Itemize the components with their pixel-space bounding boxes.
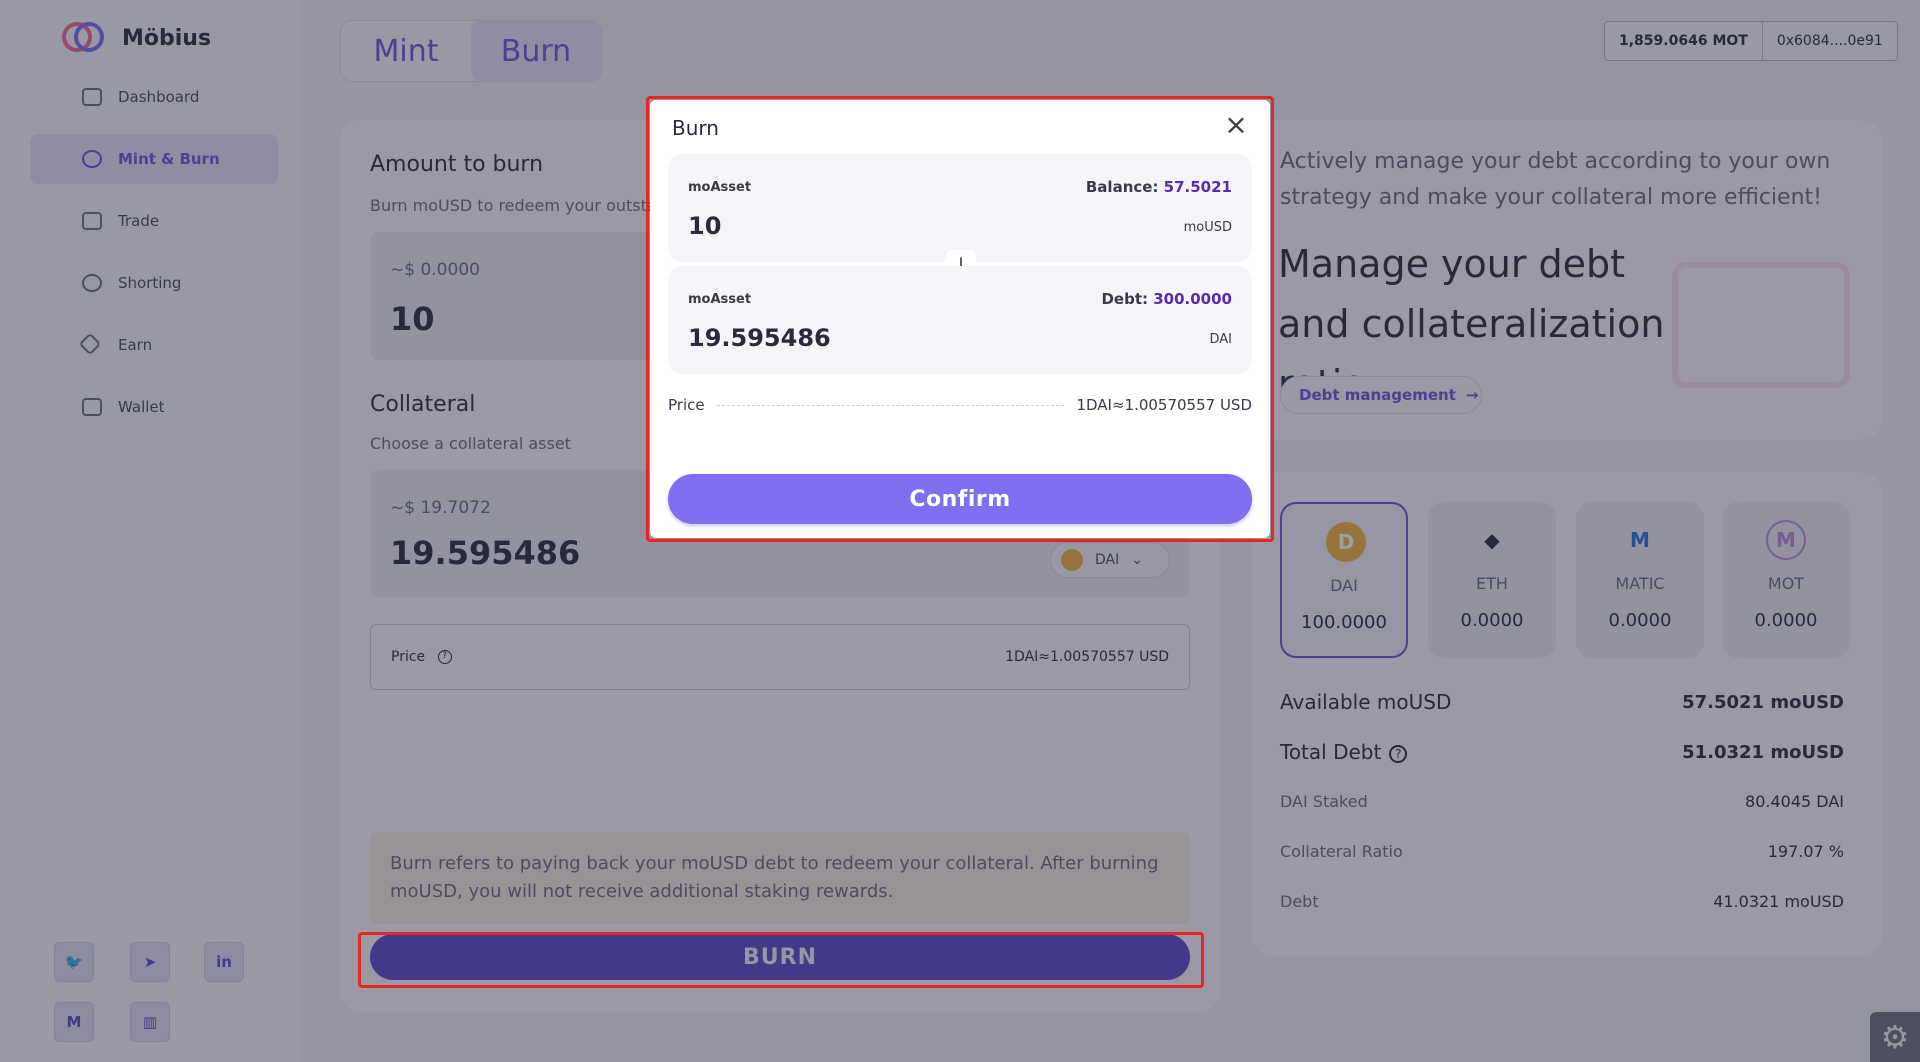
- highlight-box-burn: [358, 932, 1204, 988]
- highlight-box-modal: [646, 96, 1274, 542]
